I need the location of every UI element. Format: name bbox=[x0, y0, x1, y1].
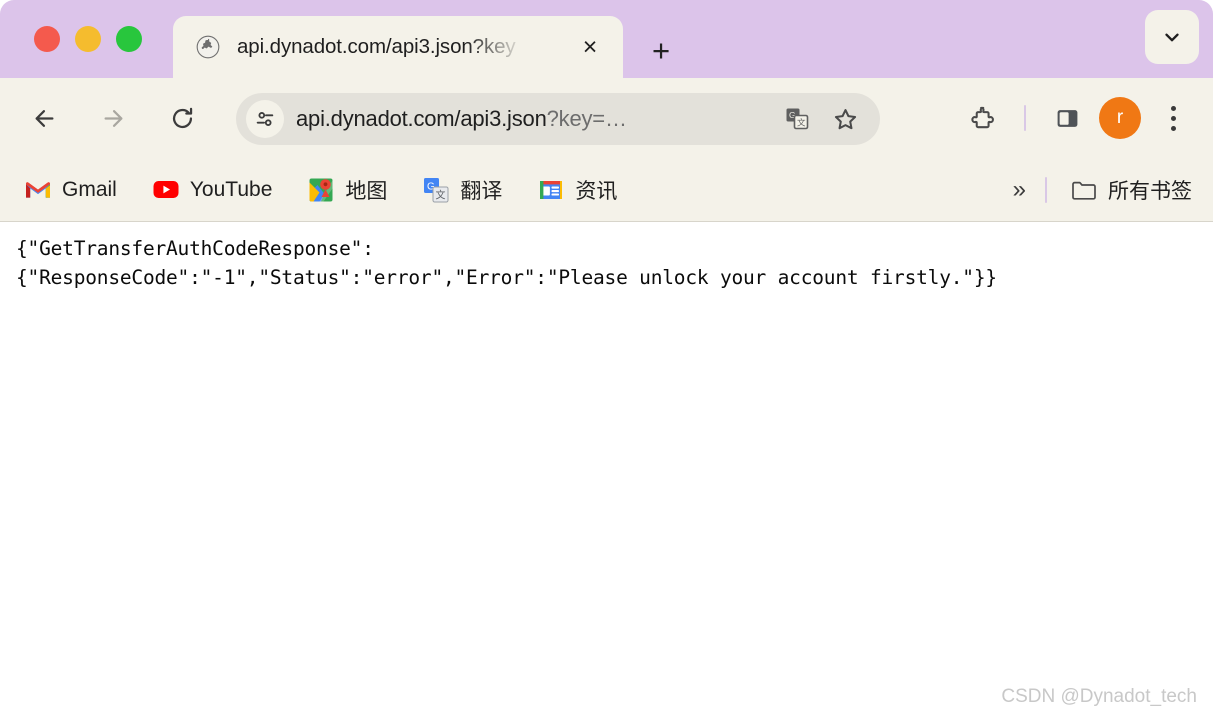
watermark: CSDN @Dynadot_tech bbox=[1001, 686, 1197, 707]
profile-avatar[interactable]: r bbox=[1099, 97, 1141, 139]
extensions-button[interactable] bbox=[961, 96, 1005, 140]
browser-toolbar: api.dynadot.com/api3.json?key=… G 文 r bbox=[0, 78, 1213, 158]
browser-menu-button[interactable] bbox=[1151, 96, 1195, 140]
browser-tab[interactable]: api.dynadot.com/api3.json?key × bbox=[173, 16, 623, 78]
arrow-left-icon bbox=[35, 109, 53, 127]
folder-icon bbox=[1071, 177, 1097, 203]
url-host-path: api.dynadot.com/api3.json bbox=[296, 106, 547, 131]
maximize-window-button[interactable] bbox=[116, 26, 142, 52]
bookmarks-divider bbox=[1045, 177, 1047, 203]
gmail-icon bbox=[25, 177, 51, 203]
bookmarks-bar-right: » 所有书签 bbox=[1003, 158, 1195, 222]
bookmark-label: 翻译 bbox=[460, 179, 503, 203]
toolbar-divider bbox=[1024, 105, 1026, 131]
arrow-right-icon bbox=[104, 109, 122, 127]
tab-search-button[interactable] bbox=[1145, 10, 1199, 64]
globe-icon bbox=[195, 34, 221, 60]
page-content: {"GetTransferAuthCodeResponse": {"Respon… bbox=[0, 222, 1213, 720]
url-query: ?key=… bbox=[546, 106, 627, 131]
chevron-down-icon bbox=[1165, 33, 1179, 42]
address-bar[interactable]: api.dynadot.com/api3.json?key=… G 文 bbox=[236, 93, 880, 145]
navigation-buttons bbox=[0, 96, 204, 140]
minimize-window-button[interactable] bbox=[75, 26, 101, 52]
svg-text:文: 文 bbox=[436, 188, 446, 201]
close-tab-button[interactable]: × bbox=[575, 32, 605, 62]
site-settings-button[interactable] bbox=[246, 100, 284, 138]
translate-button[interactable]: G 文 bbox=[780, 102, 814, 136]
google-maps-icon bbox=[308, 177, 334, 203]
bookmark-button[interactable] bbox=[828, 102, 862, 136]
toolbar-actions: r bbox=[961, 78, 1195, 158]
bookmark-youtube[interactable]: YouTube bbox=[150, 168, 276, 212]
url-text: api.dynadot.com/api3.json?key=… bbox=[296, 106, 766, 132]
tab-title: api.dynadot.com/api3.json?key bbox=[237, 35, 516, 58]
youtube-icon bbox=[153, 177, 179, 203]
three-dot-menu-icon bbox=[1170, 105, 1176, 131]
all-bookmarks-button[interactable]: 所有书签 bbox=[1068, 168, 1195, 212]
tab-strip: api.dynadot.com/api3.json?key × + bbox=[0, 0, 1213, 78]
window-controls bbox=[34, 26, 142, 52]
json-response-text: {"GetTransferAuthCodeResponse": {"Respon… bbox=[16, 237, 997, 289]
bookmark-label: 资讯 bbox=[575, 179, 618, 203]
forward-button[interactable] bbox=[91, 96, 135, 140]
close-window-button[interactable] bbox=[34, 26, 60, 52]
bookmark-translate[interactable]: G 文 翻译 bbox=[420, 168, 505, 212]
translate-icon: G 文 bbox=[786, 108, 809, 130]
back-button[interactable] bbox=[22, 96, 66, 140]
svg-text:文: 文 bbox=[797, 118, 806, 128]
bookmarks-bar: Gmail YouTube 地图 G 文 翻译 资讯 » 所有书签 bbox=[0, 158, 1213, 222]
reload-button[interactable] bbox=[160, 96, 204, 140]
reload-icon bbox=[172, 107, 192, 128]
tune-icon bbox=[256, 112, 274, 126]
bookmark-label: 地图 bbox=[345, 179, 388, 203]
all-bookmarks-label: 所有书签 bbox=[1108, 180, 1192, 203]
google-translate-icon: G 文 bbox=[423, 177, 449, 203]
bookmark-label: Gmail bbox=[62, 177, 117, 201]
bookmark-gmail[interactable]: Gmail bbox=[22, 168, 120, 212]
puzzle-piece-icon bbox=[970, 106, 994, 128]
bookmarks-list: Gmail YouTube 地图 G 文 翻译 资讯 bbox=[0, 168, 620, 212]
new-tab-button[interactable]: + bbox=[644, 33, 678, 67]
google-news-icon bbox=[538, 177, 564, 203]
browser-window: api.dynadot.com/api3.json?key × + api.dy… bbox=[0, 0, 1213, 720]
bookmark-label: YouTube bbox=[189, 177, 273, 201]
bookmark-news[interactable]: 资讯 bbox=[535, 168, 620, 212]
side-panel-button[interactable] bbox=[1045, 96, 1089, 140]
bookmark-maps[interactable]: 地图 bbox=[305, 168, 390, 212]
bookmarks-overflow-button[interactable]: » bbox=[1003, 178, 1036, 202]
side-panel-icon bbox=[1057, 109, 1077, 127]
star-outline-icon bbox=[834, 108, 856, 129]
